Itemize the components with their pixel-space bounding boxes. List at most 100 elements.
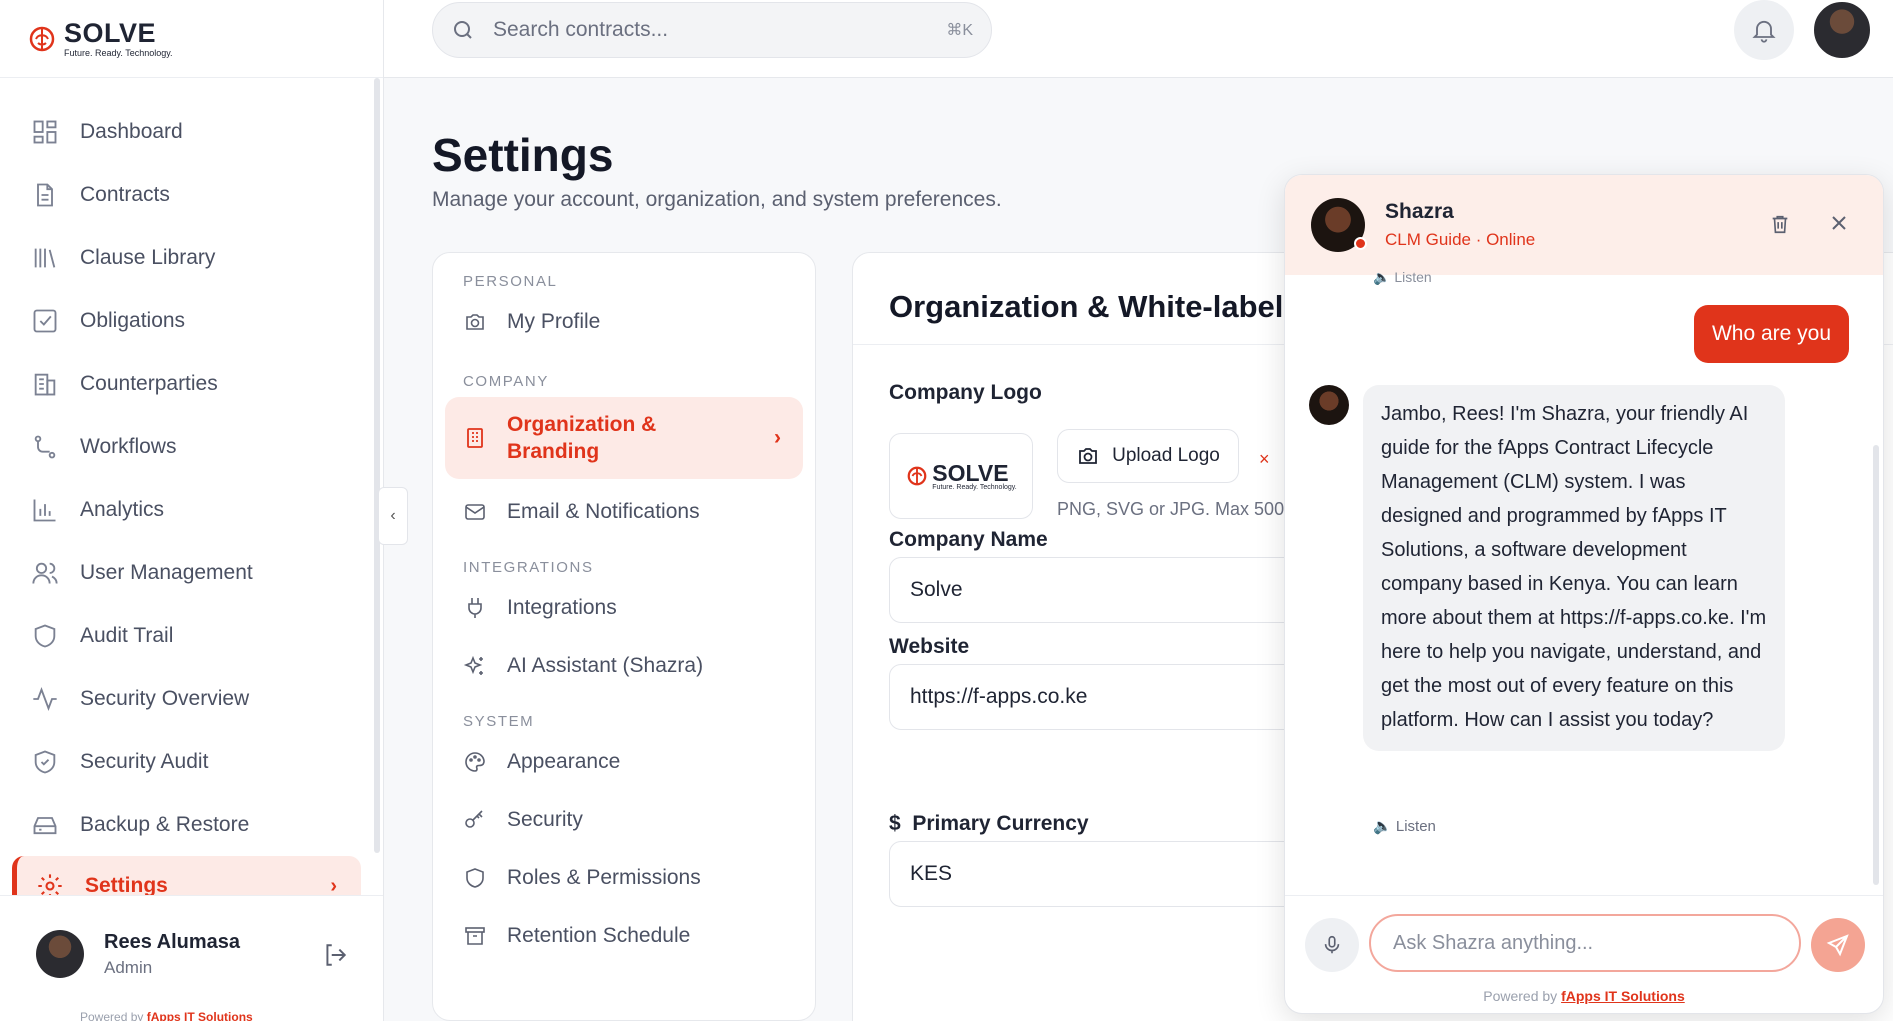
logo-hint: PNG, SVG or JPG. Max 500KB xyxy=(1057,499,1309,519)
sidebar-item-dashboard[interactable]: Dashboard xyxy=(0,100,383,163)
trash-icon[interactable] xyxy=(1769,213,1791,235)
building-icon xyxy=(30,369,60,399)
primary-currency-label-text: Primary Currency xyxy=(912,812,1089,835)
plug-icon xyxy=(463,596,487,620)
chat-scrollbar[interactable] xyxy=(1873,445,1879,885)
settings-item-label: Retention Schedule xyxy=(507,924,691,947)
sidebar-item-counterparties[interactable]: Counterparties xyxy=(0,352,383,415)
collapse-sidebar-button[interactable]: ‹ xyxy=(378,487,408,545)
currency-icon: $ xyxy=(889,812,901,835)
sidebar-menu: Dashboard Contracts Clause Library Oblig… xyxy=(0,78,383,916)
listen-label: Listen xyxy=(1394,269,1432,285)
sidebar-item-label: Analytics xyxy=(80,497,165,521)
camera-icon xyxy=(1079,448,1098,464)
settings-item-label: Roles & Permissions xyxy=(507,866,701,889)
bell-icon xyxy=(1752,20,1776,43)
top-bar: ⌘K xyxy=(384,0,1893,78)
company-name-label: Company Name xyxy=(889,528,1048,551)
chat-powered-by: Powered by fApps IT Solutions xyxy=(1285,988,1883,1004)
bar-chart-icon xyxy=(30,495,60,525)
settings-item-organization-branding[interactable]: Organization & Branding › xyxy=(445,397,803,479)
remove-logo-button[interactable]: × xyxy=(1259,449,1270,470)
sidebar-item-label: Contracts xyxy=(80,182,170,206)
close-icon[interactable] xyxy=(1827,211,1851,235)
sidebar-item-obligations[interactable]: Obligations xyxy=(0,289,383,352)
logo-preview-tagline: Future. Ready. Technology. xyxy=(932,483,1017,491)
settings-item-integrations[interactable]: Integrations xyxy=(433,579,815,637)
brand-tagline: Future. Ready. Technology. xyxy=(64,47,173,58)
brand-name: SOLVE xyxy=(64,17,157,48)
listen-button[interactable]: 🔈 Listen xyxy=(1373,269,1432,286)
section-heading-system: SYSTEM xyxy=(463,713,535,730)
settings-item-ai-assistant[interactable]: AI Assistant (Shazra) xyxy=(433,637,815,695)
sidebar: SOLVE Future. Ready. Technology. Dashboa… xyxy=(0,0,384,1021)
checkbox-icon xyxy=(30,306,60,336)
sidebar-item-analytics[interactable]: Analytics xyxy=(0,478,383,541)
chevron-right-icon: › xyxy=(774,426,781,449)
sidebar-item-security-overview[interactable]: Security Overview xyxy=(0,667,383,730)
sidebar-scrollbar[interactable] xyxy=(374,78,380,853)
key-icon xyxy=(463,808,487,832)
sidebar-item-label: Backup & Restore xyxy=(80,812,250,836)
assistant-avatar-small xyxy=(1309,385,1349,425)
sidebar-item-label: Dashboard xyxy=(80,119,183,143)
settings-item-label: Email & Notifications xyxy=(507,500,700,523)
chat-input[interactable] xyxy=(1369,914,1801,972)
sidebar-item-label: Workflows xyxy=(80,434,177,458)
search-icon xyxy=(454,21,472,39)
assistant-status: CLM Guide · Online xyxy=(1385,230,1536,249)
chat-header: Shazra CLM Guide · Online xyxy=(1285,175,1883,275)
company-logo-label: Company Logo xyxy=(889,381,1042,404)
settings-item-retention-schedule[interactable]: Retention Schedule xyxy=(433,907,815,965)
dashboard-icon xyxy=(30,117,60,147)
logout-icon[interactable] xyxy=(322,942,348,968)
sidebar-item-label: User Management xyxy=(80,560,253,584)
powered-company-link[interactable]: fApps IT Solutions xyxy=(147,1010,253,1021)
search-bar[interactable]: ⌘K xyxy=(432,2,992,58)
user-role: Admin xyxy=(104,957,153,977)
settings-item-appearance[interactable]: Appearance xyxy=(433,733,815,791)
profile-avatar[interactable] xyxy=(1812,0,1872,60)
settings-item-security[interactable]: Security xyxy=(433,791,815,849)
notifications-button[interactable] xyxy=(1734,0,1794,60)
sidebar-item-workflows[interactable]: Workflows xyxy=(0,415,383,478)
settings-item-roles-permissions[interactable]: Roles & Permissions xyxy=(433,849,815,907)
brand-logo[interactable]: SOLVE Future. Ready. Technology. xyxy=(0,0,383,78)
settings-item-label: Integrations xyxy=(507,596,617,619)
chat-powered-prefix: Powered by xyxy=(1483,988,1558,1004)
user-name: Rees Alumasa xyxy=(104,930,240,953)
sidebar-item-label: Security Audit xyxy=(80,749,209,773)
avatar[interactable] xyxy=(36,930,84,978)
settings-item-email-notifications[interactable]: Email & Notifications xyxy=(433,483,815,541)
shortcut-hint: ⌘K xyxy=(946,22,973,39)
powered-by: Powered by fApps IT Solutions xyxy=(80,1010,253,1021)
user-panel: Rees Alumasa Admin Powered by fApps IT S… xyxy=(0,895,383,1021)
sidebar-item-label: Security Overview xyxy=(80,686,250,710)
brain-logo-icon xyxy=(907,466,927,486)
microphone-button[interactable] xyxy=(1305,918,1359,972)
listen-button[interactable]: 🔈 Listen xyxy=(1373,817,1436,835)
sidebar-item-backup-restore[interactable]: Backup & Restore xyxy=(0,793,383,856)
sidebar-item-label: Counterparties xyxy=(80,371,218,395)
upload-logo-button[interactable]: Upload Logo xyxy=(1057,429,1239,483)
section-heading-personal: PERSONAL xyxy=(463,273,558,290)
page-subtitle: Manage your account, organization, and s… xyxy=(432,188,1002,211)
chevron-left-icon: ‹ xyxy=(390,507,396,524)
sidebar-item-contracts[interactable]: Contracts xyxy=(0,163,383,226)
online-indicator xyxy=(1354,237,1367,250)
workflow-icon xyxy=(30,432,60,462)
sidebar-item-security-audit[interactable]: Security Audit xyxy=(0,730,383,793)
sparkles-icon xyxy=(463,654,487,678)
settings-item-label: Security xyxy=(507,808,583,831)
sidebar-item-audit-trail[interactable]: Audit Trail xyxy=(0,604,383,667)
send-button[interactable] xyxy=(1811,918,1865,972)
sidebar-item-user-management[interactable]: User Management xyxy=(0,541,383,604)
palette-icon xyxy=(463,750,487,774)
search-input[interactable] xyxy=(493,18,947,42)
settings-item-my-profile[interactable]: My Profile xyxy=(433,293,815,351)
listen-label: Listen xyxy=(1395,818,1436,835)
microphone-icon xyxy=(1324,935,1340,954)
sidebar-item-clause-library[interactable]: Clause Library xyxy=(0,226,383,289)
powered-prefix: Powered by xyxy=(80,1010,144,1021)
chat-powered-link[interactable]: fApps IT Solutions xyxy=(1561,988,1685,1004)
